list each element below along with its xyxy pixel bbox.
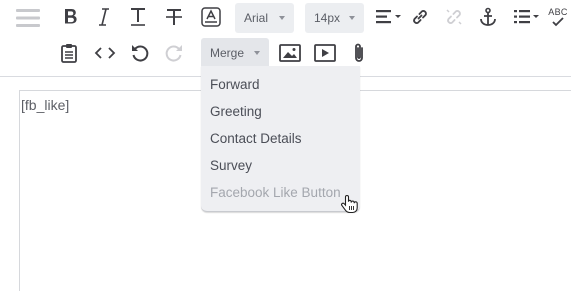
paste-button[interactable] bbox=[58, 41, 80, 65]
undo-button[interactable] bbox=[129, 41, 151, 65]
merge-item-greeting[interactable]: Greeting bbox=[210, 100, 262, 122]
text-color-button[interactable] bbox=[199, 5, 223, 29]
font-size-value: 14px bbox=[314, 11, 341, 25]
list-icon bbox=[514, 10, 539, 24]
font-size-dropdown[interactable]: 14px bbox=[305, 3, 364, 33]
link-button[interactable] bbox=[409, 5, 431, 29]
spellcheck-button[interactable]: ABC bbox=[546, 3, 570, 31]
attachment-icon bbox=[355, 43, 363, 62]
list-button[interactable] bbox=[512, 5, 542, 29]
merge-dropdown[interactable]: Merge bbox=[201, 38, 269, 68]
chevron-down-icon bbox=[279, 16, 285, 20]
anchor-button[interactable] bbox=[477, 5, 499, 29]
bold-button[interactable] bbox=[60, 5, 82, 29]
email-editor: Arial 14px ABC Merge [fb_like] Forward G… bbox=[0, 0, 571, 291]
video-icon bbox=[314, 44, 336, 62]
image-icon bbox=[279, 44, 301, 62]
link-icon bbox=[413, 10, 427, 24]
unlink-icon bbox=[446, 9, 462, 25]
font-family-value: Arial bbox=[244, 11, 269, 25]
underline-icon bbox=[131, 8, 145, 26]
align-icon bbox=[376, 10, 401, 24]
merge-menu: Forward Greeting Contact Details Survey … bbox=[201, 66, 360, 212]
unlink-button[interactable] bbox=[443, 5, 465, 29]
insert-video-button[interactable] bbox=[313, 41, 337, 65]
undo-icon bbox=[132, 45, 149, 62]
menu-toggle-button[interactable] bbox=[14, 6, 42, 30]
merge-label: Merge bbox=[210, 46, 245, 60]
strikethrough-button[interactable] bbox=[163, 5, 185, 29]
chevron-down-icon bbox=[349, 16, 355, 20]
underline-button[interactable] bbox=[127, 5, 149, 29]
merge-item-survey[interactable]: Survey bbox=[210, 154, 252, 176]
editor-content[interactable]: [fb_like] bbox=[21, 97, 69, 113]
hand-pointer-icon bbox=[341, 194, 359, 219]
attachment-button[interactable] bbox=[348, 41, 370, 65]
text-color-icon bbox=[201, 7, 221, 27]
merge-item-forward[interactable]: Forward bbox=[210, 73, 260, 95]
anchor-icon bbox=[480, 7, 496, 26]
merge-item-contact-details[interactable]: Contact Details bbox=[210, 127, 302, 149]
italic-icon bbox=[99, 8, 109, 26]
italic-button[interactable] bbox=[93, 5, 115, 29]
editor-toolbar: Arial 14px ABC Merge bbox=[0, 0, 571, 76]
redo-button[interactable] bbox=[163, 41, 185, 65]
insert-image-button[interactable] bbox=[278, 41, 302, 65]
align-button[interactable] bbox=[374, 5, 404, 29]
bold-icon bbox=[65, 9, 77, 24]
font-family-dropdown[interactable]: Arial bbox=[235, 3, 294, 33]
source-code-button[interactable] bbox=[94, 41, 116, 65]
clipboard-icon bbox=[61, 44, 77, 63]
merge-item-facebook-like-button[interactable]: Facebook Like Button bbox=[210, 181, 341, 203]
code-icon bbox=[94, 47, 116, 59]
spellcheck-label: ABC bbox=[548, 7, 568, 17]
strikethrough-icon bbox=[166, 9, 182, 25]
hamburger-icon bbox=[16, 9, 40, 27]
redo-icon bbox=[165, 45, 182, 62]
spellcheck-icon bbox=[552, 17, 564, 27]
chevron-down-icon bbox=[254, 51, 260, 55]
